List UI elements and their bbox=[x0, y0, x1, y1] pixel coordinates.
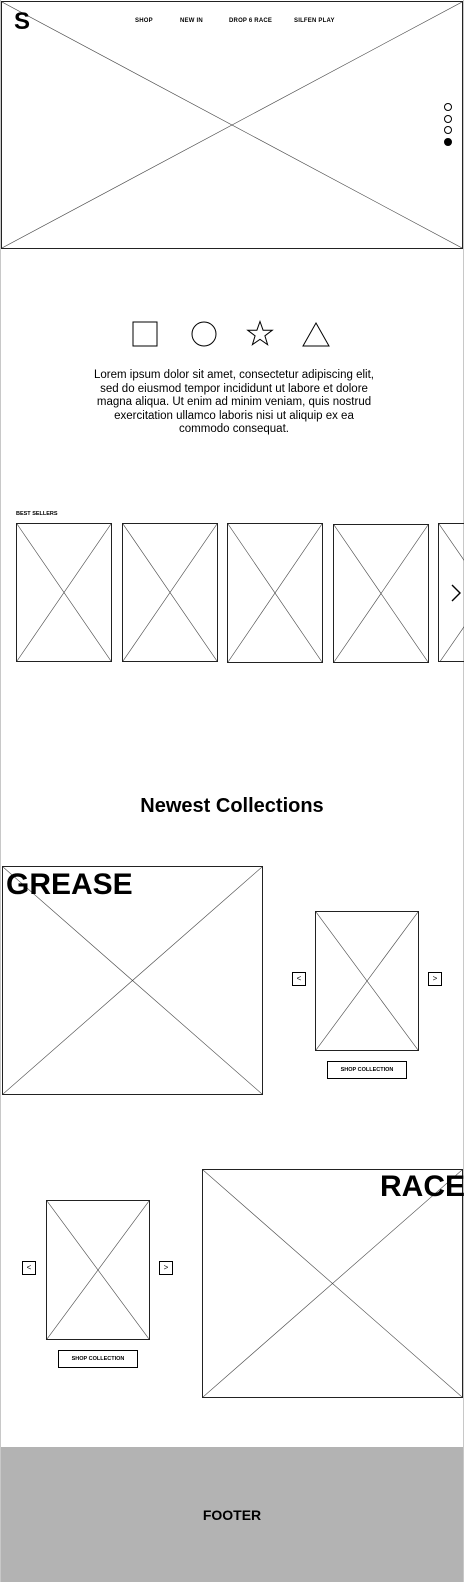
race-prev-button[interactable]: < bbox=[22, 1261, 36, 1275]
grease-collection-label: GREASE bbox=[6, 868, 133, 901]
race-shop-collection-button[interactable]: SHOP COLLECTION bbox=[58, 1350, 138, 1368]
race-product-image[interactable] bbox=[46, 1200, 150, 1340]
carousel-dot-4[interactable] bbox=[444, 138, 452, 146]
footer-label: FOOTER bbox=[202, 1506, 262, 1523]
grease-next-button[interactable]: > bbox=[428, 972, 442, 986]
carousel-dot-3[interactable] bbox=[444, 126, 452, 134]
product-card-2[interactable] bbox=[122, 523, 218, 662]
product-card-1[interactable] bbox=[16, 523, 112, 662]
nav-drop-6-race[interactable]: DROP 6 RACE bbox=[229, 18, 272, 24]
grease-shop-collection-button[interactable]: SHOP COLLECTION bbox=[327, 1061, 407, 1079]
hero-image bbox=[1, 1, 463, 249]
grease-prev-button[interactable]: < bbox=[292, 972, 306, 986]
footer: FOOTER bbox=[1, 1447, 463, 1582]
carousel-dot-2[interactable] bbox=[444, 115, 452, 123]
chevron-right-icon[interactable] bbox=[450, 583, 462, 603]
carousel-dot-1[interactable] bbox=[444, 103, 452, 111]
star-icon bbox=[246, 320, 274, 346]
best-sellers-label: BEST SELLERS bbox=[16, 511, 58, 517]
race-collection-image[interactable] bbox=[202, 1169, 463, 1398]
square-icon bbox=[132, 321, 158, 347]
grease-product-image[interactable] bbox=[315, 911, 419, 1051]
race-collection-label: RACE bbox=[380, 1170, 466, 1203]
product-card-4[interactable] bbox=[333, 524, 429, 663]
circle-icon bbox=[191, 321, 217, 347]
triangle-icon bbox=[302, 321, 330, 347]
race-next-button[interactable]: > bbox=[159, 1261, 173, 1275]
nav-shop[interactable]: SHOP bbox=[135, 18, 153, 24]
intro-text: Lorem ipsum dolor sit amet, consectetur … bbox=[94, 369, 374, 435]
logo[interactable]: S bbox=[14, 8, 30, 36]
nav-new-in[interactable]: NEW IN bbox=[180, 18, 203, 24]
nav-silfen-play[interactable]: SILFEN PLAY bbox=[294, 18, 335, 24]
collections-title: Newest Collections bbox=[140, 795, 324, 817]
product-card-3[interactable] bbox=[227, 523, 323, 663]
